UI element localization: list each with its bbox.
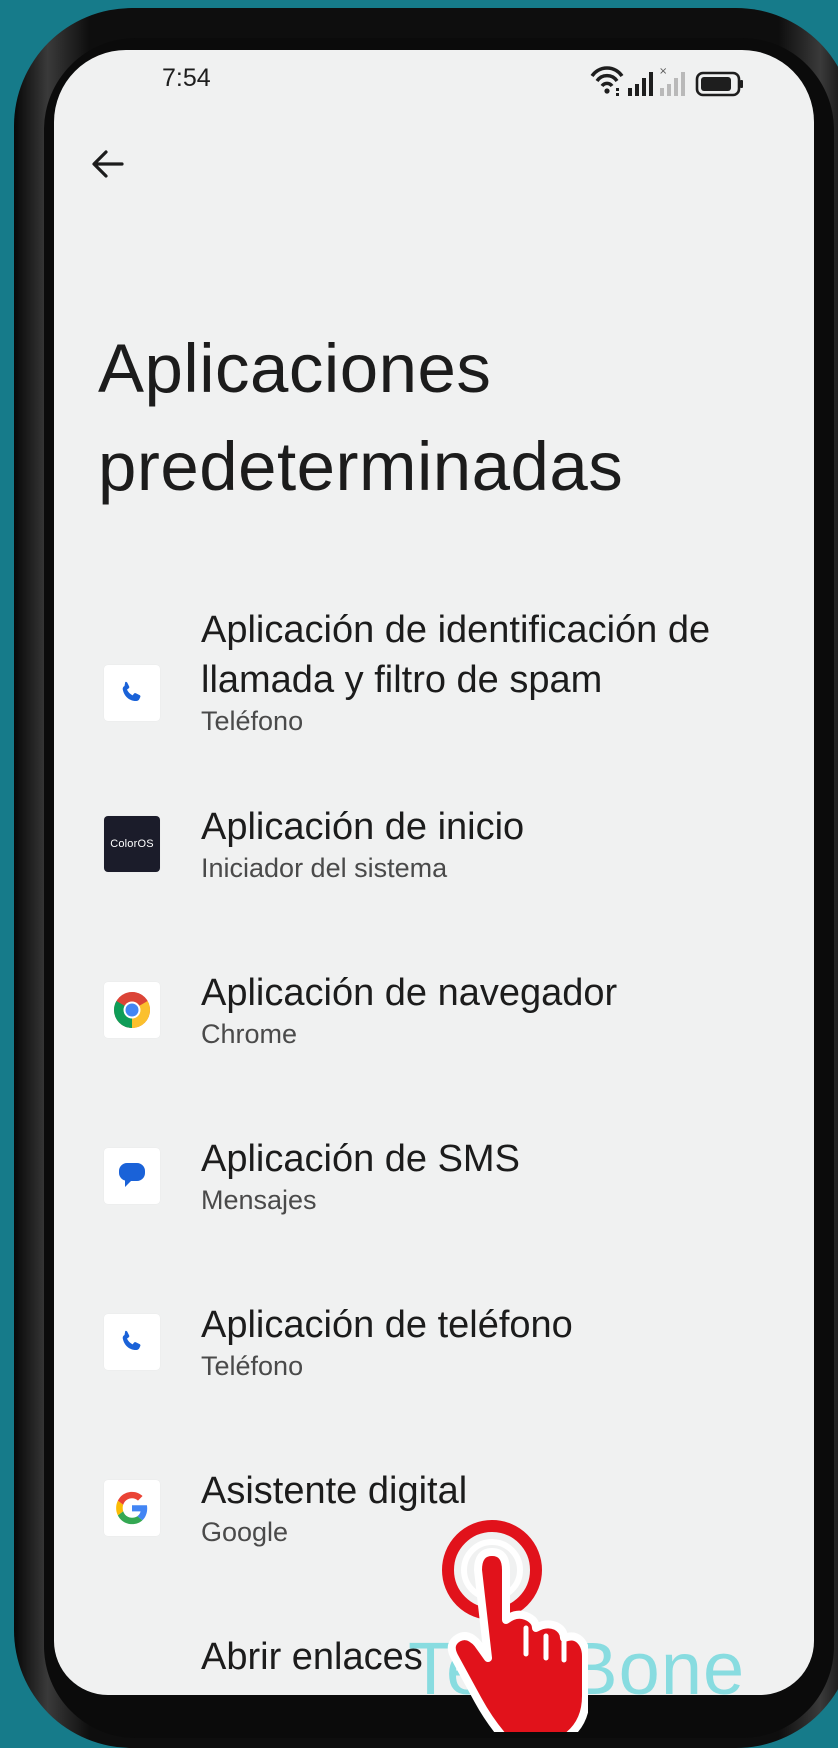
- item-title: Aplicación de navegador: [201, 972, 618, 1014]
- item-subtitle: Iniciador del sistema: [201, 853, 448, 883]
- item-title: Aplicación de SMS: [201, 1138, 520, 1180]
- tap-hand-icon: [442, 1520, 588, 1732]
- item-subtitle: Teléfono: [201, 706, 304, 736]
- item-subtitle: Teléfono: [201, 1351, 304, 1381]
- coloros-icon: ColorOS: [104, 816, 160, 872]
- google-icon: [104, 1480, 160, 1536]
- status-icons: ×: [590, 66, 743, 97]
- phone-icon: [104, 1314, 160, 1370]
- list-item-phone-app[interactable]: Aplicación de teléfono Teléfono: [54, 1300, 814, 1450]
- battery-icon: [695, 71, 743, 97]
- status-time: 7:54: [162, 64, 211, 92]
- item-subtitle: Mensajes: [201, 1185, 317, 1215]
- item-subtitle: Google: [201, 1517, 289, 1547]
- back-button[interactable]: [84, 140, 132, 188]
- svg-text:×: ×: [659, 66, 667, 77]
- phone-screen: 7:54 × Aplicaciones predeterminadas Apli…: [54, 50, 814, 1695]
- list-item-home-app[interactable]: ColorOS Aplicación de inicio Iniciador d…: [54, 802, 814, 952]
- list-item-caller-id-spam[interactable]: Aplicación de identificación de llamada …: [54, 605, 814, 805]
- back-arrow-icon: [92, 150, 124, 178]
- item-title: Aplicación de inicio: [201, 806, 525, 848]
- page-title: Aplicaciones predeterminadas: [98, 330, 624, 505]
- signal-no-service-icon: ×: [659, 66, 685, 96]
- list-item-sms-app[interactable]: Aplicación de SMS Mensajes: [54, 1134, 814, 1284]
- chrome-icon: [104, 982, 160, 1038]
- list-item-digital-assistant[interactable]: Asistente digital Google: [54, 1466, 814, 1616]
- item-title: Aplicación de teléfono: [201, 1304, 573, 1346]
- item-subtitle: Chrome: [201, 1019, 298, 1049]
- list-item-browser-app[interactable]: Aplicación de navegador Chrome: [54, 968, 814, 1118]
- signal-icon: [628, 72, 653, 96]
- item-title: Aplicación de identificación de llamada …: [201, 609, 711, 701]
- item-title: Asistente digital: [201, 1470, 468, 1512]
- messages-icon: [104, 1148, 160, 1204]
- coloros-logo-text: ColorOS: [110, 838, 154, 850]
- wifi-icon: [590, 66, 624, 96]
- phone-icon: [104, 665, 160, 721]
